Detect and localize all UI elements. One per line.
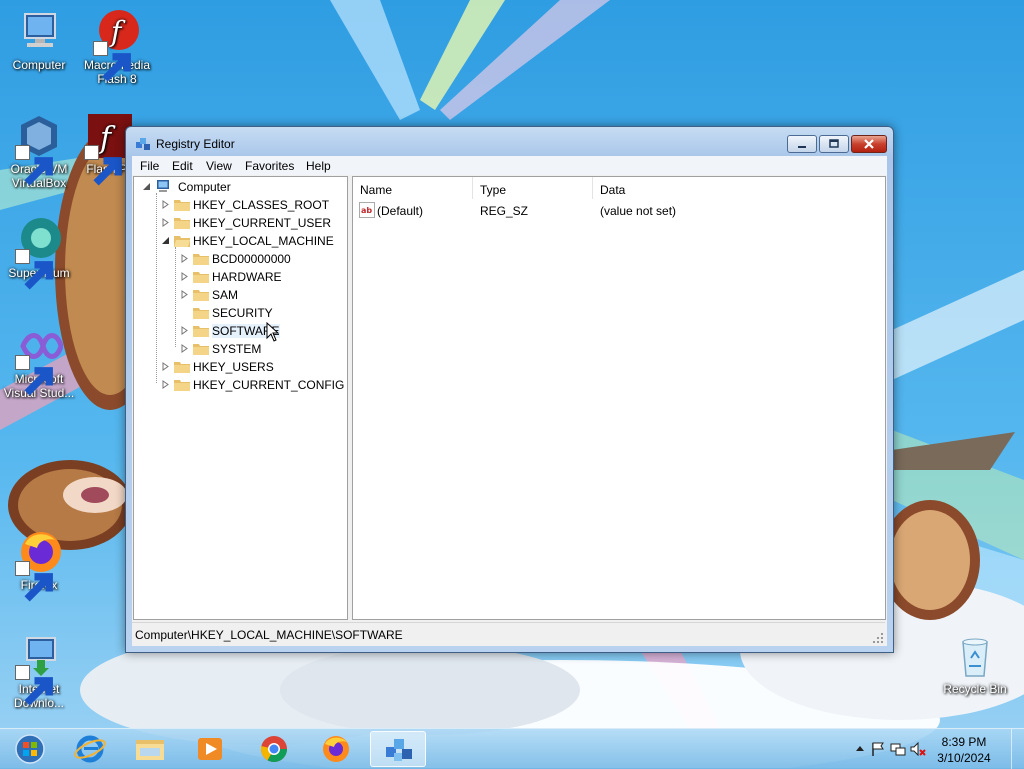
media-player-icon <box>198 738 222 760</box>
table-row[interactable]: ab (Default) REG_SZ (value not set) <box>353 201 885 219</box>
tree-connector <box>156 193 157 383</box>
tree-connector <box>175 247 176 347</box>
folder-icon <box>193 254 209 265</box>
expand-arrow-icon <box>181 254 188 263</box>
menu-help[interactable]: Help <box>306 159 331 173</box>
chrome-icon <box>260 736 288 763</box>
recycle-bin-icon <box>962 638 988 677</box>
folder-icon <box>174 380 190 391</box>
expand-arrow-icon <box>162 218 169 227</box>
menu-bar: File Edit View Favorites Help <box>132 156 887 175</box>
internet-explorer-icon <box>74 735 106 763</box>
menu-file[interactable]: File <box>140 159 159 173</box>
minimize-icon <box>798 146 806 148</box>
resize-grip-icon[interactable] <box>873 633 883 643</box>
expand-arrow-icon <box>181 272 188 281</box>
folder-open-icon <box>174 236 190 247</box>
menu-edit[interactable]: Edit <box>172 159 193 173</box>
desktop-icon-computer[interactable]: Computer <box>0 8 78 72</box>
folder-icon <box>174 218 190 229</box>
collapse-arrow-icon <box>143 183 150 190</box>
folder-icon <box>174 362 190 373</box>
registry-editor-window: Registry Editor File Edit View Favorites… <box>125 126 894 653</box>
taskbar-registry-editor[interactable] <box>370 731 426 767</box>
desktop-icon-supermium[interactable]: Supermium <box>0 216 78 290</box>
shortcut-arrow-icon <box>15 145 53 186</box>
taskbar-chrome[interactable] <box>246 731 302 767</box>
shortcut-arrow-icon <box>15 249 53 290</box>
value-data: (value not set) <box>600 204 677 218</box>
folder-icon <box>174 200 190 211</box>
column-header-type[interactable]: Type <box>473 177 593 199</box>
expand-arrow-icon <box>181 326 188 335</box>
clock-date[interactable]: 3/10/2024 <box>934 751 994 765</box>
status-path: Computer\HKEY_LOCAL_MACHINE\SOFTWARE <box>135 628 403 642</box>
folder-icon <box>193 290 209 301</box>
status-bar: Computer\HKEY_LOCAL_MACHINE\SOFTWARE <box>132 622 885 645</box>
taskbar-firefox[interactable] <box>308 731 364 767</box>
action-center-flag-icon[interactable] <box>870 741 886 757</box>
volume-muted-icon[interactable] <box>910 741 926 757</box>
window-client-area: Computer HKEY_CLASSES_ROOT HKEY_CURRENT_… <box>132 175 887 646</box>
taskbar-internet-explorer[interactable] <box>62 731 118 767</box>
computer-icon <box>24 13 56 47</box>
windows-start-icon <box>15 734 45 764</box>
folder-icon <box>193 272 209 283</box>
value-name: (Default) <box>377 204 424 218</box>
taskbar-media-player[interactable] <box>182 731 238 767</box>
title-bar[interactable]: Registry Editor <box>126 127 893 157</box>
close-button[interactable] <box>851 135 887 153</box>
minimize-button[interactable] <box>787 135 817 153</box>
expand-arrow-icon <box>181 344 188 353</box>
desktop-icon-recycle-bin[interactable]: Recycle Bin <box>936 632 1014 696</box>
desktop-icon-firefox[interactable]: Firefox <box>0 528 78 602</box>
close-icon <box>864 139 874 149</box>
registry-tree[interactable]: Computer HKEY_CLASSES_ROOT HKEY_CURRENT_… <box>133 176 348 620</box>
file-explorer-icon <box>136 740 164 760</box>
registry-editor-icon <box>386 739 412 761</box>
desktop-icon-internet-download-manager[interactable]: Internet Downlo... <box>0 632 78 710</box>
menu-view[interactable]: View <box>206 159 232 173</box>
folder-icon <box>193 308 209 319</box>
shortcut-arrow-icon <box>15 561 53 602</box>
taskbar: 8:39 PM 3/10/2024 <box>0 728 1024 769</box>
registry-editor-icon <box>136 138 150 150</box>
maximize-button[interactable] <box>819 135 849 153</box>
menu-favorites[interactable]: Favorites <box>245 159 294 173</box>
desktop-icon-virtualbox[interactable]: Oracle VM VirtualBox <box>0 112 78 190</box>
clock-time[interactable]: 8:39 PM <box>934 735 994 749</box>
column-header-name[interactable]: Name <box>353 177 473 199</box>
collapse-arrow-icon <box>162 237 169 244</box>
expand-arrow-icon <box>162 380 169 389</box>
computer-node-icon <box>157 180 169 192</box>
desktop-icon-macromedia-flash[interactable]: f Macromedia Flash 8 <box>78 8 156 86</box>
string-value-icon: ab <box>359 202 375 218</box>
shortcut-arrow-icon <box>15 355 53 396</box>
expand-arrow-icon <box>162 200 169 209</box>
shortcut-arrow-icon <box>93 41 131 82</box>
shortcut-arrow-icon <box>15 665 53 706</box>
taskbar-file-explorer[interactable] <box>122 731 178 767</box>
expand-arrow-icon <box>162 362 169 371</box>
expand-arrow-icon <box>181 290 188 299</box>
firefox-icon <box>323 736 349 762</box>
folder-icon <box>193 344 209 355</box>
mouse-cursor-icon <box>266 322 280 342</box>
folder-icon <box>193 326 209 337</box>
maximize-icon <box>829 139 839 148</box>
start-button[interactable] <box>2 731 58 767</box>
column-header-data[interactable]: Data <box>593 177 885 199</box>
value-type: REG_SZ <box>480 204 529 218</box>
show-desktop-button[interactable] <box>1011 729 1024 769</box>
svg-text:ab: ab <box>361 206 372 215</box>
system-tray: 8:39 PM 3/10/2024 <box>844 729 1024 769</box>
desktop-icon-visual-studio[interactable]: Microsoft Visual Stud... <box>0 322 78 400</box>
window-title: Registry Editor <box>156 137 235 151</box>
shortcut-arrow-icon <box>84 145 122 186</box>
show-hidden-icons-icon[interactable] <box>852 741 868 757</box>
network-icon[interactable] <box>890 741 906 757</box>
values-list[interactable]: Name Type Data ab (Default) REG_SZ (valu… <box>352 176 886 620</box>
